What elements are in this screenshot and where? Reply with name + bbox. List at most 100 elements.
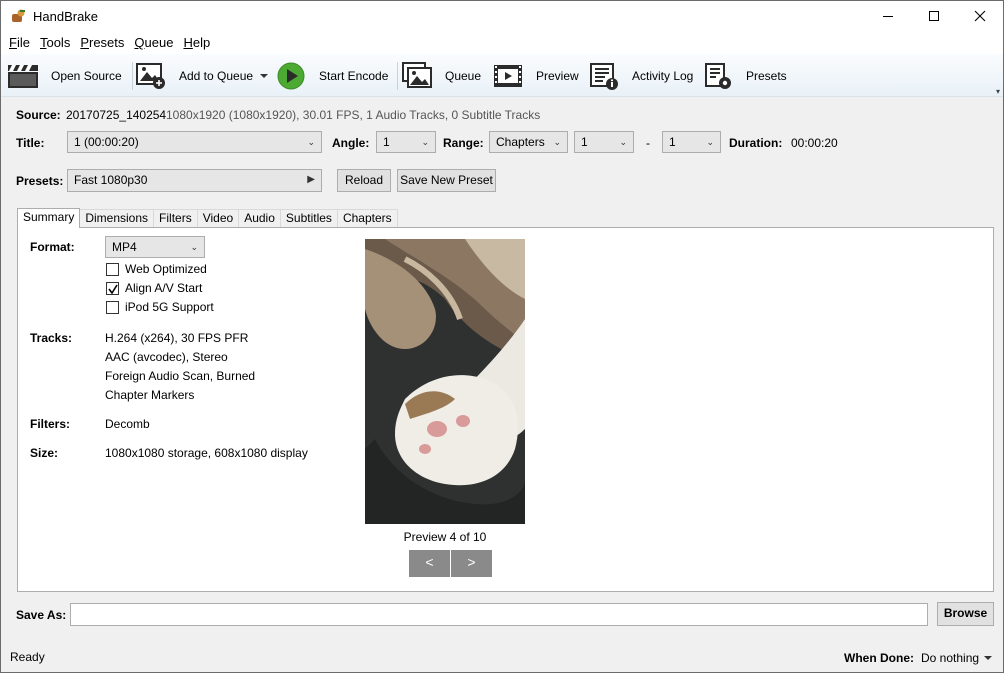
align-av-start-checkbox[interactable] (106, 282, 119, 295)
status-text: Ready (10, 650, 45, 664)
menu-tools-rest: ools (46, 35, 71, 50)
add-to-queue-label: Add to Queue (179, 69, 254, 83)
duration-value: 00:00:20 (791, 136, 838, 150)
source-name: 20170725_140254 (66, 108, 167, 122)
format-select-value: MP4 (112, 240, 137, 254)
filters-label: Filters: (30, 417, 71, 431)
save-new-preset-button[interactable]: Save New Preset (397, 169, 496, 192)
source-label: Source: (16, 108, 61, 122)
menu-presets[interactable]: Presets (75, 32, 129, 54)
chevron-down-icon: ⌄ (706, 137, 714, 147)
preview-button[interactable]: Preview (492, 60, 579, 92)
image-stack-icon (401, 60, 433, 92)
range-mode-select[interactable]: Chapters ⌄ (489, 131, 568, 153)
handbrake-app-icon (10, 8, 26, 24)
close-button[interactable] (957, 1, 1003, 31)
ipod-5g-support-label: iPod 5G Support (125, 300, 214, 314)
menu-bar: File Tools Presets Queue Help (1, 32, 1003, 54)
presets-select[interactable]: Fast 1080p30 ▶ (67, 169, 322, 192)
chevron-down-icon: ⌄ (553, 137, 561, 147)
save-as-label: Save As: (16, 608, 67, 622)
start-encode-button[interactable]: Start Encode (275, 60, 388, 92)
menu-tools[interactable]: Tools (35, 32, 75, 54)
presets-row-label: Presets: (16, 174, 64, 188)
dropdown-arrow-icon[interactable] (259, 71, 269, 81)
when-done-select[interactable]: Do nothing (921, 650, 993, 666)
minimize-button[interactable] (865, 1, 911, 31)
chevron-down-icon: ⌄ (421, 137, 429, 147)
menu-file-key: F (9, 35, 17, 50)
ipod-5g-support-checkbox[interactable] (106, 301, 119, 314)
range-start-select[interactable]: 1 ⌄ (574, 131, 634, 153)
when-done-label: When Done: (844, 651, 914, 665)
presets-button[interactable]: Presets (702, 60, 787, 92)
title-select[interactable]: 1 (00:00:20) ⌄ (67, 131, 322, 153)
range-dash: - (646, 136, 650, 150)
menu-presets-key: P (80, 35, 89, 50)
track-line: Foreign Audio Scan, Burned (105, 369, 256, 383)
toolbar-overflow-icon[interactable]: ▾ (996, 87, 1000, 96)
duration-label: Duration: (729, 136, 783, 150)
chevron-down-icon: ⌄ (307, 137, 315, 147)
menu-queue-key: Q (134, 35, 145, 50)
toolbar-separator (132, 62, 133, 90)
menu-file[interactable]: File (4, 32, 35, 54)
activity-log-button[interactable]: Activity Log (588, 60, 693, 92)
tab-subtitles[interactable]: Subtitles (279, 209, 338, 228)
web-optimized-label: Web Optimized (125, 262, 207, 276)
film-icon (492, 60, 524, 92)
open-source-button[interactable]: Open Source (7, 60, 122, 92)
start-encode-label: Start Encode (319, 69, 389, 83)
range-start-value: 1 (581, 135, 588, 149)
angle-label: Angle: (332, 136, 370, 150)
queue-label: Queue (445, 69, 482, 83)
menu-help-key: H (183, 35, 193, 50)
save-as-input[interactable] (70, 603, 928, 626)
menu-queue[interactable]: Queue (129, 32, 178, 54)
range-mode-value: Chapters (496, 135, 545, 149)
close-icon (974, 10, 986, 22)
tab-video[interactable]: Video (196, 209, 240, 228)
queue-button[interactable]: Queue (401, 60, 481, 92)
range-end-select[interactable]: 1 ⌄ (662, 131, 721, 153)
previous-preview-button[interactable]: < (409, 550, 450, 577)
tab-filters[interactable]: Filters (153, 209, 198, 228)
presets-label: Presets (746, 69, 787, 83)
size-value: 1080x1080 storage, 608x1080 display (105, 446, 308, 460)
menu-help-rest: elp (192, 35, 211, 50)
add-to-queue-button[interactable]: Add to Queue (135, 60, 269, 92)
reload-button[interactable]: Reload (337, 169, 391, 192)
tab-audio[interactable]: Audio (238, 209, 281, 228)
window-title: HandBrake (33, 9, 99, 24)
activity-log-icon (588, 60, 620, 92)
align-av-start-label: Align A/V Start (125, 281, 203, 295)
presets-select-value: Fast 1080p30 (74, 173, 148, 187)
maximize-button[interactable] (911, 1, 957, 31)
minimize-icon (883, 16, 893, 17)
status-bar: Ready When Done: Do nothing (1, 642, 1003, 672)
add-image-icon (135, 60, 167, 92)
chevron-down-icon (984, 656, 993, 660)
activity-log-label: Activity Log (632, 69, 694, 83)
maximize-icon (929, 11, 939, 21)
web-optimized-checkbox[interactable] (106, 263, 119, 276)
title-select-value: 1 (00:00:20) (74, 135, 139, 149)
tab-dimensions[interactable]: Dimensions (79, 209, 155, 228)
when-done-value: Do nothing (921, 651, 980, 665)
open-source-label: Open Source (51, 69, 122, 83)
tab-summary[interactable]: Summary (17, 208, 81, 228)
chevron-right-icon: ▶ (307, 174, 315, 185)
format-select[interactable]: MP4 ⌄ (105, 236, 205, 258)
range-end-value: 1 (669, 135, 676, 149)
menu-queue-rest: ueue (144, 35, 174, 50)
handbrake-window: HandBrake File Tools Presets Queue Help (0, 0, 1004, 673)
menu-file-rest: ile (16, 35, 30, 50)
angle-select[interactable]: 1 ⌄ (376, 131, 436, 153)
menu-help[interactable]: Help (178, 32, 215, 54)
tracks-label: Tracks: (30, 331, 73, 345)
browse-button[interactable]: Browse (937, 602, 994, 626)
menu-presets-rest: resets (89, 35, 125, 50)
next-preview-button[interactable]: > (451, 550, 492, 577)
track-line: H.264 (x264), 30 FPS PFR (105, 331, 249, 345)
tab-chapters[interactable]: Chapters (336, 209, 398, 228)
